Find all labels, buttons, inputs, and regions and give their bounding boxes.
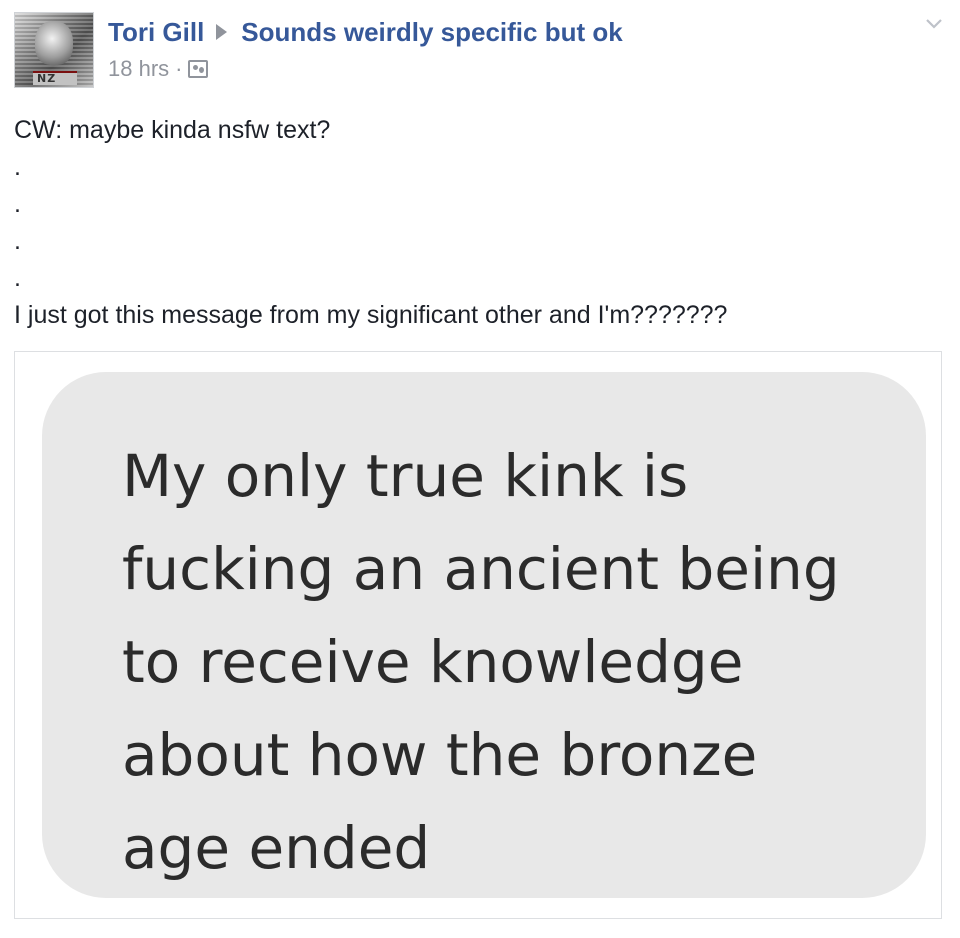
- post-body: CW: maybe kinda nsfw text? . . . . I jus…: [14, 112, 934, 334]
- post-body-line: .: [14, 153, 21, 181]
- message-line: My only true kink is: [122, 442, 689, 510]
- avatar-badge: NZ: [33, 71, 77, 85]
- facebook-post: NZ Tori Gill Sounds weirdly specific but…: [0, 0, 960, 938]
- avatar-badge-text: NZ: [37, 72, 57, 85]
- message-line: fucking an ancient being: [122, 535, 840, 603]
- post-header: Tori Gill Sounds weirdly specific but ok: [108, 14, 623, 50]
- message-line: age ended: [122, 814, 431, 882]
- post-body-line: .: [14, 264, 21, 292]
- group-members-icon[interactable]: [188, 60, 209, 78]
- message-text: My only true kink is fucking an ancient …: [122, 430, 942, 895]
- author-name-link[interactable]: Tori Gill: [108, 17, 204, 48]
- group-name-link[interactable]: Sounds weirdly specific but ok: [241, 17, 622, 48]
- post-body-line: .: [14, 227, 21, 255]
- message-line: to receive knowledge: [122, 628, 744, 696]
- meta-separator: ·: [175, 56, 183, 81]
- author-avatar[interactable]: NZ: [14, 12, 94, 88]
- shared-to-arrow-icon: [216, 24, 228, 40]
- chevron-down-icon[interactable]: [924, 14, 944, 34]
- post-timestamp[interactable]: 18 hrs: [108, 56, 169, 82]
- post-body-line: CW: maybe kinda nsfw text?: [14, 116, 331, 144]
- attached-image[interactable]: My only true kink is fucking an ancient …: [14, 351, 942, 919]
- message-line: about how the bronze: [122, 721, 758, 789]
- post-body-line: .: [14, 190, 21, 218]
- post-body-line: I just got this message from my signific…: [14, 301, 728, 329]
- message-bubble: My only true kink is fucking an ancient …: [42, 372, 926, 898]
- avatar-face: [35, 21, 73, 65]
- post-meta: 18 hrs ·: [108, 54, 209, 84]
